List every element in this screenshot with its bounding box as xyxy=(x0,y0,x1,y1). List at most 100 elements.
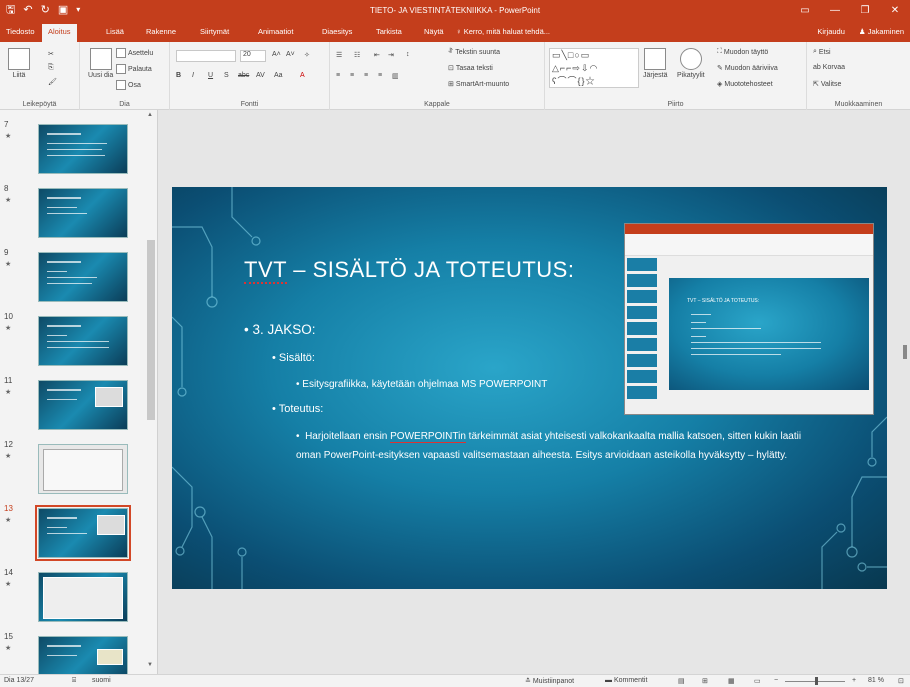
align-center-icon[interactable]: ≡ xyxy=(350,72,354,79)
align-text-icon: ⊡ xyxy=(448,65,454,72)
char-spacing-button[interactable]: AV xyxy=(256,72,265,79)
cut-icon[interactable]: ✂ xyxy=(48,50,54,58)
quick-styles-button[interactable]: Pikatyylit xyxy=(677,48,705,79)
zoom-slider-knob[interactable] xyxy=(815,677,818,685)
decrease-indent-icon[interactable]: ⇤ xyxy=(374,51,380,59)
replace-button[interactable]: ab Korvaa xyxy=(813,64,845,71)
zoom-level[interactable]: 81 % xyxy=(868,677,884,684)
comments-button[interactable]: ▬ Kommentit xyxy=(605,677,647,684)
zoom-out-icon[interactable]: − xyxy=(774,677,778,684)
justify-icon[interactable]: ≡ xyxy=(378,72,382,79)
slide-editing-area: TVT – SISÄLTÖ JA TOTEUTUS: • 3. JAKSO: •… xyxy=(158,110,910,674)
clear-format-icon[interactable]: ✧ xyxy=(304,51,310,59)
arrange-button[interactable]: Järjestä xyxy=(643,48,668,79)
tab-view[interactable]: Näytä xyxy=(424,27,444,36)
ribbon-display-icon[interactable]: ▭ xyxy=(790,0,820,22)
paste-button[interactable]: Liitä xyxy=(8,48,30,79)
shadow-button[interactable]: S xyxy=(224,72,229,79)
bullets-icon[interactable]: ☰ xyxy=(336,51,342,59)
notes-button[interactable]: ≛ Muistiinpanot xyxy=(525,677,574,685)
thumbnails-scrollbar[interactable]: ▲ ▼ xyxy=(145,110,157,674)
numbering-icon[interactable]: ☷ xyxy=(354,51,360,59)
align-right-icon[interactable]: ≡ xyxy=(364,72,368,79)
tab-transitions[interactable]: Siirtymät xyxy=(200,27,229,36)
align-left-icon[interactable]: ≡ xyxy=(336,72,340,79)
scroll-up-icon[interactable]: ▲ xyxy=(147,112,153,118)
shape-outline-button[interactable]: ✎ Muodon ääriviiva xyxy=(717,64,778,73)
text-direction-button[interactable]: ⥯ Tekstin suunta xyxy=(448,48,500,56)
font-size-dropdown[interactable]: 20 xyxy=(240,50,266,62)
search-icon: ⌕ xyxy=(813,48,817,55)
sign-in-link[interactable]: Kirjaudu xyxy=(817,27,845,36)
fit-to-window-icon[interactable]: ⊡ xyxy=(898,677,904,685)
tab-review[interactable]: Tarkista xyxy=(376,27,402,36)
columns-icon[interactable]: ▥ xyxy=(392,72,399,80)
shape-effects-button[interactable]: ◈ Muototehosteet xyxy=(717,80,773,89)
slideshow-icon[interactable]: ▭ xyxy=(754,677,761,685)
copy-icon[interactable]: ⎘ xyxy=(48,64,54,72)
language-indicator[interactable]: suomi xyxy=(92,677,111,684)
bold-button[interactable]: B xyxy=(176,72,181,79)
reset-button[interactable]: Palauta xyxy=(116,64,152,74)
slide-thumbnail[interactable]: 14 ★ xyxy=(0,568,145,626)
normal-view-icon[interactable]: ▤ xyxy=(678,677,685,685)
section-button[interactable]: Osa xyxy=(116,80,141,90)
increase-indent-icon[interactable]: ⇥ xyxy=(388,51,394,59)
select-button[interactable]: ⇱ Valitse xyxy=(813,80,841,89)
slide-thumbnail[interactable]: 15 ★ xyxy=(0,632,145,674)
tab-slideshow[interactable]: Diaesitys xyxy=(322,27,352,36)
tell-me-box[interactable]: ♀ Kerro, mitä haluat tehdä... xyxy=(456,27,550,36)
tab-insert[interactable]: Lisää xyxy=(106,27,124,36)
slide-thumbnail[interactable]: 12 ★ xyxy=(0,440,145,498)
font-family-dropdown[interactable] xyxy=(176,50,236,62)
slide-thumbnail[interactable]: 11 ★ xyxy=(0,376,145,434)
scroll-thumb[interactable] xyxy=(147,240,155,420)
slide-thumbnail[interactable]: 10 ★ xyxy=(0,312,145,370)
editor-scrollbar[interactable] xyxy=(900,110,910,674)
format-painter-icon[interactable]: 🖌 xyxy=(48,78,57,86)
shapes-gallery[interactable]: ▭╲□○▭ △⌐⌐⇨⇩◠ ʕ⌒⌒{}☆ xyxy=(549,48,639,88)
reading-view-icon[interactable]: ▦ xyxy=(728,677,735,685)
close-icon[interactable]: ✕ xyxy=(880,0,910,22)
slide-sorter-icon[interactable]: ⊞ xyxy=(702,677,708,685)
shape-fill-button[interactable]: ⛶ Muodon täyttö xyxy=(717,48,768,56)
slide-thumbnail-selected[interactable]: 13 ★ xyxy=(0,504,145,562)
new-slide-button[interactable]: Uusi dia xyxy=(88,48,113,79)
grow-font-icon[interactable]: A˄ xyxy=(272,51,281,58)
share-button[interactable]: ♟ Jakaminen xyxy=(859,27,904,36)
slide-thumbnail[interactable]: 9 ★ xyxy=(0,248,145,306)
align-text-button[interactable]: ⊡ Tasaa teksti xyxy=(448,64,493,73)
tab-file[interactable]: Tiedosto xyxy=(6,27,35,36)
underline-button[interactable]: U xyxy=(208,72,213,79)
change-case-button[interactable]: Aa xyxy=(274,72,283,79)
minimize-icon[interactable]: — xyxy=(820,0,850,22)
find-button[interactable]: ⌕ Etsi xyxy=(813,48,831,56)
shrink-font-icon[interactable]: A˅ xyxy=(286,51,295,58)
paint-bucket-icon: ⛶ xyxy=(717,48,722,55)
font-color-button[interactable]: A xyxy=(300,72,305,79)
layout-button[interactable]: Asettelu xyxy=(116,48,153,58)
italic-button[interactable]: I xyxy=(192,72,194,79)
smartart-button[interactable]: ⊞ SmartArt-muunto xyxy=(448,80,509,89)
slide-thumbnail[interactable]: 8 ★ xyxy=(0,184,145,242)
line-spacing-icon[interactable]: ↕ xyxy=(406,51,410,58)
scroll-down-icon[interactable]: ▼ xyxy=(147,662,153,668)
current-slide[interactable]: TVT – SISÄLTÖ JA TOTEUTUS: • 3. JAKSO: •… xyxy=(172,187,887,589)
pen-icon: ✎ xyxy=(717,65,723,72)
maximize-icon[interactable]: ❐ xyxy=(850,0,880,22)
spellcheck-icon[interactable]: ⌸ xyxy=(72,677,76,685)
slide-thumbnails-pane: 7 ★ 8 ★ 9 ★ 10 ★ 11 ★ 12 ★ 13 ★ 14 ★ 15 … xyxy=(0,110,158,674)
zoom-in-icon[interactable]: + xyxy=(852,677,856,684)
slide-thumbnail[interactable]: 7 ★ xyxy=(0,120,145,178)
strikethrough-button[interactable]: abc xyxy=(238,72,249,79)
bullet-sisalto: • Sisältö: xyxy=(272,352,315,364)
slides-group: Uusi dia Asettelu Palauta Osa Dia xyxy=(80,42,170,110)
scroll-thumb[interactable] xyxy=(903,345,907,359)
slide-title[interactable]: TVT – SISÄLTÖ JA TOTEUTUS: xyxy=(244,257,574,284)
tab-animations[interactable]: Animaatiot xyxy=(258,27,293,36)
tab-design[interactable]: Rakenne xyxy=(146,27,176,36)
bullet-level1: • 3. JAKSO: xyxy=(244,322,316,337)
embedded-screenshot-image[interactable]: TVT – SISÄLTÖ JA TOTEUTUS: xyxy=(624,223,874,415)
tab-home[interactable]: Aloitus xyxy=(42,24,77,42)
thumbnail-image xyxy=(35,505,131,561)
